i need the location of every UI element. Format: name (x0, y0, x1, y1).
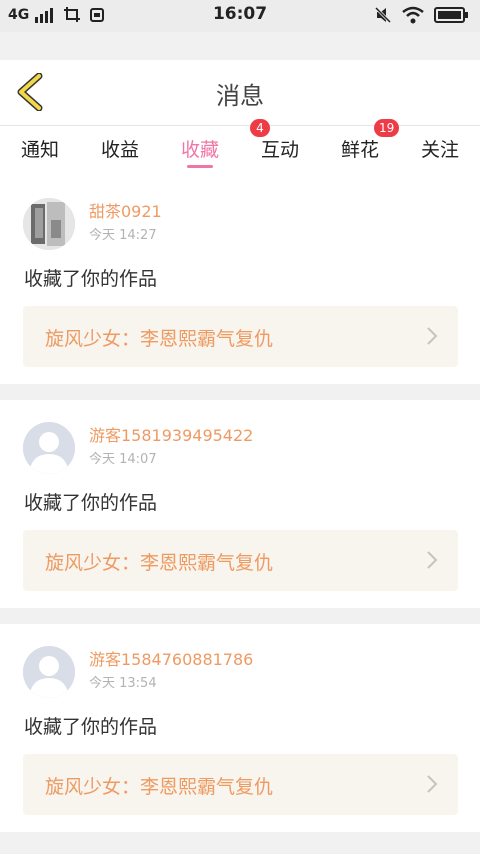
tab-flowers[interactable]: 鲜花 19 (320, 119, 400, 176)
tab-follow[interactable]: 关注 (400, 126, 480, 176)
tab-notice[interactable]: 通知 (0, 126, 80, 176)
default-avatar-icon (23, 422, 75, 474)
message-card: 游客1584760881786 今天 13:54 收藏了你的作品 旋风少女：李恩… (0, 624, 480, 832)
avatar[interactable] (23, 198, 75, 250)
tab-interaction[interactable]: 互动 (240, 126, 320, 176)
work-link[interactable]: 旋风少女：李恩熙霸气复仇 (23, 306, 458, 367)
tab-label: 收藏 (180, 139, 219, 161)
wifi-icon (402, 6, 424, 24)
chevron-right-icon (427, 551, 438, 569)
action-text: 收藏了你的作品 (24, 716, 158, 738)
action-text: 收藏了你的作品 (24, 492, 158, 514)
work-title: 旋风少女：李恩熙霸气复仇 (45, 552, 274, 574)
work-title: 旋风少女：李恩熙霸气复仇 (45, 328, 274, 350)
avatar[interactable] (23, 422, 75, 474)
status-bar: 4G 16:07 (0, 0, 480, 32)
header: 消息 (0, 60, 480, 126)
chevron-right-icon (427, 775, 438, 793)
chevron-right-icon (427, 327, 438, 345)
message-card: 游客1581939495422 今天 14:07 收藏了你的作品 旋风少女：李恩… (0, 400, 480, 608)
page-title: 消息 (216, 82, 264, 110)
tab-earnings[interactable]: 收益 (80, 126, 160, 176)
tab-label: 关注 (420, 139, 459, 161)
timestamp: 今天 13:54 (89, 676, 157, 691)
flowers-count-badge: 19 (374, 119, 400, 137)
username[interactable]: 游客1581939495422 (89, 422, 253, 446)
message-card: 甜茶0921 今天 14:27 收藏了你的作品 旋风少女：李恩熙霸气复仇 (0, 176, 480, 384)
tab-label: 鲜花 (340, 139, 379, 161)
status-right (374, 6, 468, 24)
action-text: 收藏了你的作品 (24, 268, 158, 290)
default-avatar-icon (23, 646, 75, 698)
user-photo-icon (23, 198, 75, 250)
tab-favorites[interactable]: 收藏 4 (160, 119, 270, 176)
username[interactable]: 甜茶0921 (89, 198, 162, 222)
tab-label: 通知 (20, 139, 59, 161)
avatar[interactable] (23, 646, 75, 698)
tab-bar: 通知 收益 收藏 4 互动 鲜花 19 关注 (0, 119, 480, 176)
work-link[interactable]: 旋风少女：李恩熙霸气复仇 (23, 754, 458, 815)
tab-label: 互动 (260, 139, 299, 161)
work-link[interactable]: 旋风少女：李恩熙霸气复仇 (23, 530, 458, 591)
username[interactable]: 游客1584760881786 (89, 646, 253, 670)
battery-icon (434, 7, 468, 23)
tab-label: 收益 (100, 139, 139, 161)
work-title: 旋风少女：李恩熙霸气复仇 (45, 776, 274, 798)
mute-icon (374, 6, 392, 24)
active-tab-indicator (187, 165, 213, 168)
timestamp: 今天 14:27 (89, 228, 157, 243)
timestamp: 今天 14:07 (89, 452, 157, 467)
